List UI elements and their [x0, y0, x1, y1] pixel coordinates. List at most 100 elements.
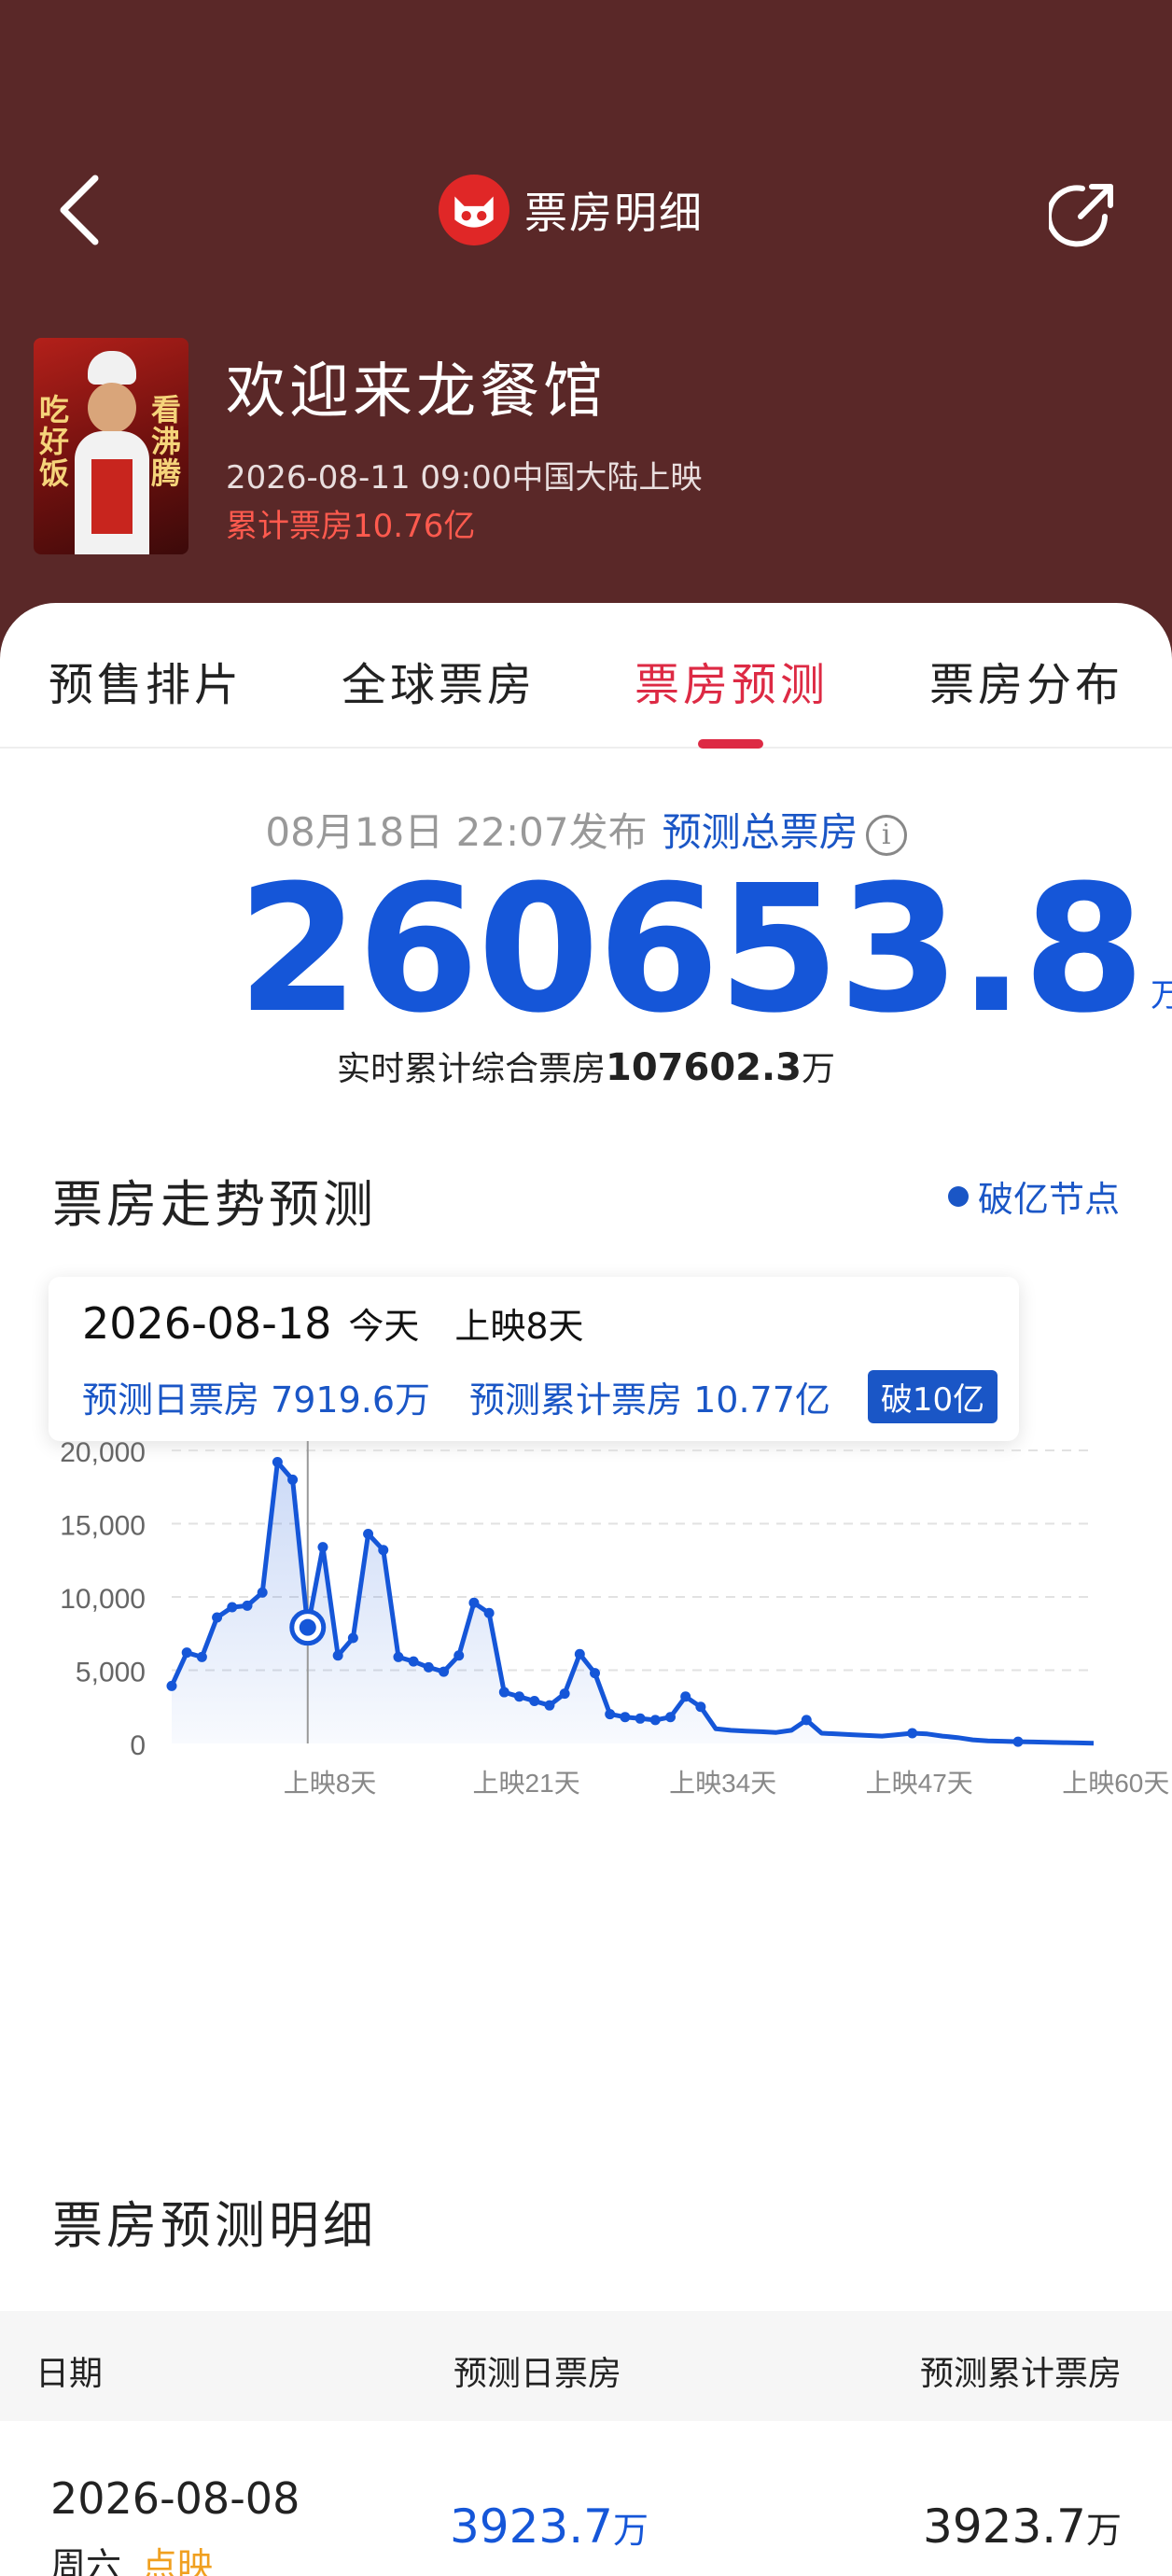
chart-tooltip: 2026-08-18 今天 上映8天 预测日票房 7919.6万 预测累计票房 …: [49, 1277, 1019, 1441]
tab-forecast[interactable]: 票房预测: [635, 648, 829, 713]
data-point: [363, 1528, 374, 1539]
data-point: [635, 1713, 646, 1724]
row-daily: 3923.7: [450, 2499, 613, 2554]
legend-dot-icon: [948, 1185, 969, 1207]
data-point: [514, 1691, 525, 1702]
x-tick-label: 上映60天: [1062, 1769, 1169, 1798]
data-point: [317, 1542, 328, 1553]
tab-bar: 预售排片 全球票房 票房预测 票房分布: [0, 603, 1172, 749]
row-date: 2026-08-08: [50, 2473, 300, 2524]
x-tick-label: 上映21天: [473, 1769, 580, 1798]
row-daily-unit: 万: [612, 2510, 649, 2551]
chevron-left-icon: [60, 175, 99, 245]
col-cumulative: 预测累计票房: [919, 2355, 1122, 2393]
content-card: 预售排片 全球票房 票房预测 票房分布 08月18日 22:07发布 预测总票房 i…: [0, 603, 1172, 2576]
tooltip-day-label: 上映8天: [454, 1306, 584, 1347]
back-button[interactable]: [54, 173, 106, 247]
legend-milestone: 破亿节点: [948, 1170, 1120, 1222]
data-point: [605, 1709, 616, 1720]
col-daily: 预测日票房: [453, 2355, 622, 2393]
page-title: 票房明细: [524, 188, 704, 238]
data-point: [257, 1587, 268, 1598]
movie-title: 欢迎来龙餐馆: [226, 357, 607, 427]
realtime-value: 107602.3: [605, 1046, 802, 1089]
trend-section-title: 票房走势预测: [52, 1175, 377, 1234]
data-point: [242, 1600, 253, 1611]
data-point: [907, 1728, 918, 1739]
cat-logo-icon: [439, 175, 509, 245]
data-point: [181, 1647, 192, 1659]
data-point: [166, 1680, 177, 1691]
legend-label: 破亿节点: [978, 1179, 1121, 1220]
data-point: [272, 1457, 283, 1468]
forecast-total-value: 260653.8: [237, 847, 1145, 1052]
forecast-total-group: 260653.8 万: [237, 847, 1172, 1052]
realtime-unit: 万: [802, 1050, 836, 1088]
tooltip-today: 今天: [348, 1306, 420, 1347]
poster-chef-face: [88, 383, 136, 433]
active-tab-indicator: [698, 739, 763, 749]
tab-global[interactable]: 全球票房: [342, 648, 536, 713]
x-tick-label: 上映34天: [669, 1769, 776, 1798]
x-tick-label: 上映47天: [866, 1769, 973, 1798]
series-area: [172, 1462, 1094, 1743]
movie-poster[interactable]: 吃好饭 看沸腾: [34, 338, 188, 554]
data-point: [544, 1700, 555, 1711]
data-point: [590, 1668, 601, 1679]
milestone-marker-dot: [299, 1618, 316, 1636]
detail-table-header: 日期 预测日票房 预测累计票房: [0, 2311, 1172, 2421]
share-button[interactable]: [1046, 175, 1122, 248]
data-point: [212, 1612, 223, 1623]
trend-chart[interactable]: 20,000 15,000 10,000 5,000 0 上映8天 上映21天 上映34天 上映…: [0, 1439, 1172, 1850]
tab-presale[interactable]: 预售排片: [49, 648, 243, 713]
y-tick-label: 0: [130, 1730, 146, 1761]
data-point: [423, 1661, 434, 1673]
data-point: [196, 1651, 207, 1662]
tooltip-badge: 破10亿: [867, 1370, 998, 1423]
data-point: [664, 1712, 676, 1723]
data-point: [574, 1648, 585, 1659]
data-point: [227, 1602, 238, 1613]
data-point: [801, 1715, 812, 1726]
data-point: [439, 1666, 450, 1677]
row-cumulative: 3923.7: [923, 2499, 1086, 2554]
row-weekday: 周六: [50, 2545, 122, 2576]
data-point: [453, 1650, 465, 1661]
y-tick-label: 10,000: [60, 1584, 146, 1615]
data-point: [529, 1695, 540, 1706]
table-row[interactable]: 2026-08-08 周六 点映 3923.7万 3923.7万: [0, 2421, 1172, 2576]
forecast-total-unit: 万: [1151, 977, 1172, 1015]
col-date: 日期: [35, 2355, 104, 2393]
row-tag: 点映: [142, 2545, 214, 2576]
data-point: [332, 1650, 343, 1661]
data-point: [287, 1474, 299, 1485]
tooltip-daily: 预测日票房 7919.6万: [82, 1379, 431, 1421]
header-band: 票房明细 吃好饭 看沸腾 欢迎来龙餐馆 2026-08-11 09:00中国大陆…: [0, 0, 1172, 672]
poster-right-text: 看沸腾: [151, 392, 182, 491]
poster-chef-apron: [91, 459, 133, 534]
data-point: [378, 1545, 389, 1556]
y-tick-label: 15,000: [60, 1511, 146, 1542]
movie-release-date: 2026-08-11 09:00中国大陆上映: [226, 459, 703, 497]
data-point: [620, 1712, 631, 1723]
poster-chef-hat: [88, 351, 136, 385]
data-point: [347, 1632, 358, 1644]
poster-left-text: 吃好饭: [39, 392, 70, 491]
realtime-label: 实时累计综合票房: [336, 1050, 606, 1088]
x-tick-label: 上映8天: [284, 1769, 377, 1798]
data-point: [483, 1607, 495, 1618]
data-point: [393, 1651, 404, 1662]
data-point: [498, 1687, 509, 1698]
nav-title-group: 票房明细: [439, 168, 704, 252]
tooltip-date: 2026-08-18: [82, 1298, 332, 1349]
data-point: [468, 1597, 480, 1608]
data-point: [559, 1688, 570, 1700]
movie-cumulative-box-office: 累计票房10.76亿: [226, 508, 476, 545]
data-point: [680, 1691, 691, 1702]
tab-distribution[interactable]: 票房分布: [929, 648, 1123, 713]
row-cumulative-unit: 万: [1085, 2510, 1122, 2551]
data-point: [408, 1656, 419, 1667]
detail-section-title: 票房预测明细: [52, 2196, 377, 2255]
y-tick-label: 5,000: [76, 1658, 146, 1688]
data-point: [1012, 1736, 1024, 1747]
